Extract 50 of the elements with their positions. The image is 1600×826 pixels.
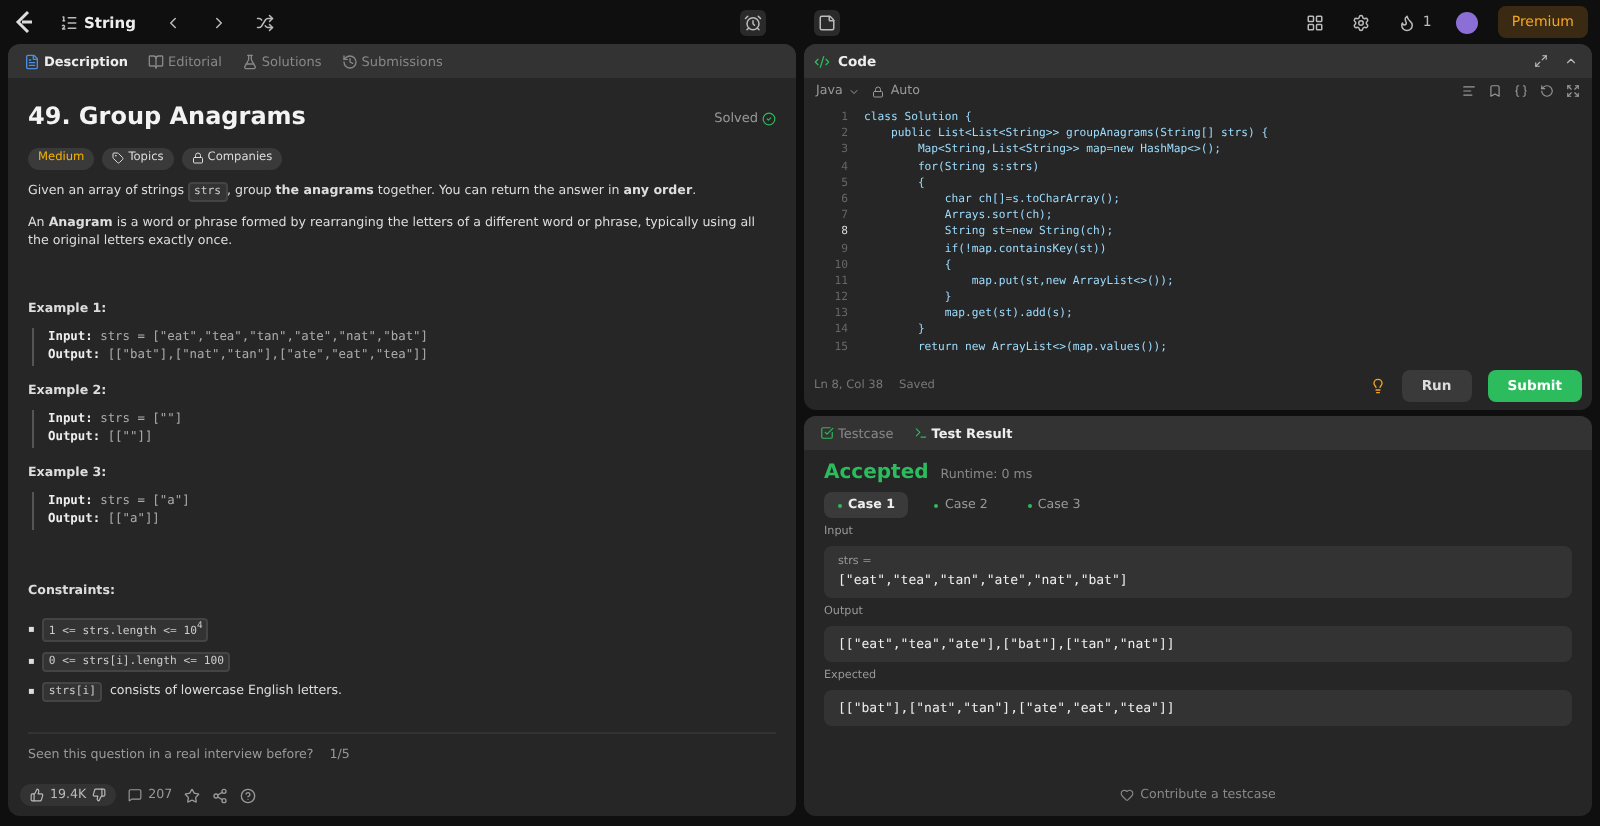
expand-icon	[1566, 84, 1580, 98]
favorite-button[interactable]	[184, 787, 201, 803]
bookmark-icon	[1488, 84, 1502, 98]
document-icon	[24, 53, 40, 69]
flask-icon	[241, 53, 258, 69]
tag-icon	[112, 152, 125, 165]
lock-icon	[872, 85, 885, 97]
terminal-icon	[913, 426, 928, 440]
share-icon	[212, 787, 229, 803]
lock-icon	[191, 152, 204, 165]
shuffle-icon	[255, 13, 274, 31]
star-icon	[184, 787, 201, 803]
reset-button[interactable]	[1540, 84, 1554, 98]
history-icon	[341, 53, 358, 69]
list-icon	[60, 13, 78, 31]
notes-button[interactable]	[814, 9, 841, 35]
checkbox-icon	[820, 426, 834, 440]
settings-icon	[1352, 13, 1371, 31]
help-button[interactable]	[240, 787, 257, 803]
help-icon	[240, 787, 257, 803]
alarm-clock-icon	[744, 13, 763, 31]
check-circle-icon	[762, 111, 776, 126]
maximize-icon	[1534, 54, 1548, 68]
chevron-down-icon	[848, 85, 861, 97]
format-button[interactable]	[1462, 84, 1476, 98]
thumbs-down-icon[interactable]	[92, 788, 107, 802]
code-icon	[814, 53, 830, 69]
problem-title: 49. Group Anagrams	[28, 100, 306, 134]
note-icon	[818, 13, 837, 31]
book-icon	[148, 53, 165, 69]
chevron-up-icon	[1564, 54, 1578, 68]
verdict: Accepted	[824, 462, 929, 484]
comment-icon	[128, 788, 143, 802]
expand-button[interactable]	[1566, 84, 1580, 98]
share-button[interactable]	[212, 787, 229, 803]
timer-button[interactable]	[740, 9, 767, 35]
heart-icon	[1120, 788, 1135, 802]
lightbulb-icon[interactable]	[1369, 378, 1386, 394]
bookmark-button[interactable]	[1488, 84, 1502, 98]
undo-icon	[1540, 84, 1554, 98]
avatar[interactable]	[1455, 11, 1478, 33]
thumbs-up-icon	[30, 788, 44, 802]
flame-icon	[1398, 13, 1417, 31]
shuffle-button[interactable]	[251, 9, 278, 35]
grid-icon	[1306, 13, 1325, 31]
braces-icon	[1514, 84, 1528, 98]
lines-icon	[1462, 84, 1476, 98]
maximize-button[interactable]	[1530, 50, 1552, 72]
logo-icon[interactable]	[12, 10, 36, 34]
braces-button[interactable]	[1514, 84, 1528, 98]
